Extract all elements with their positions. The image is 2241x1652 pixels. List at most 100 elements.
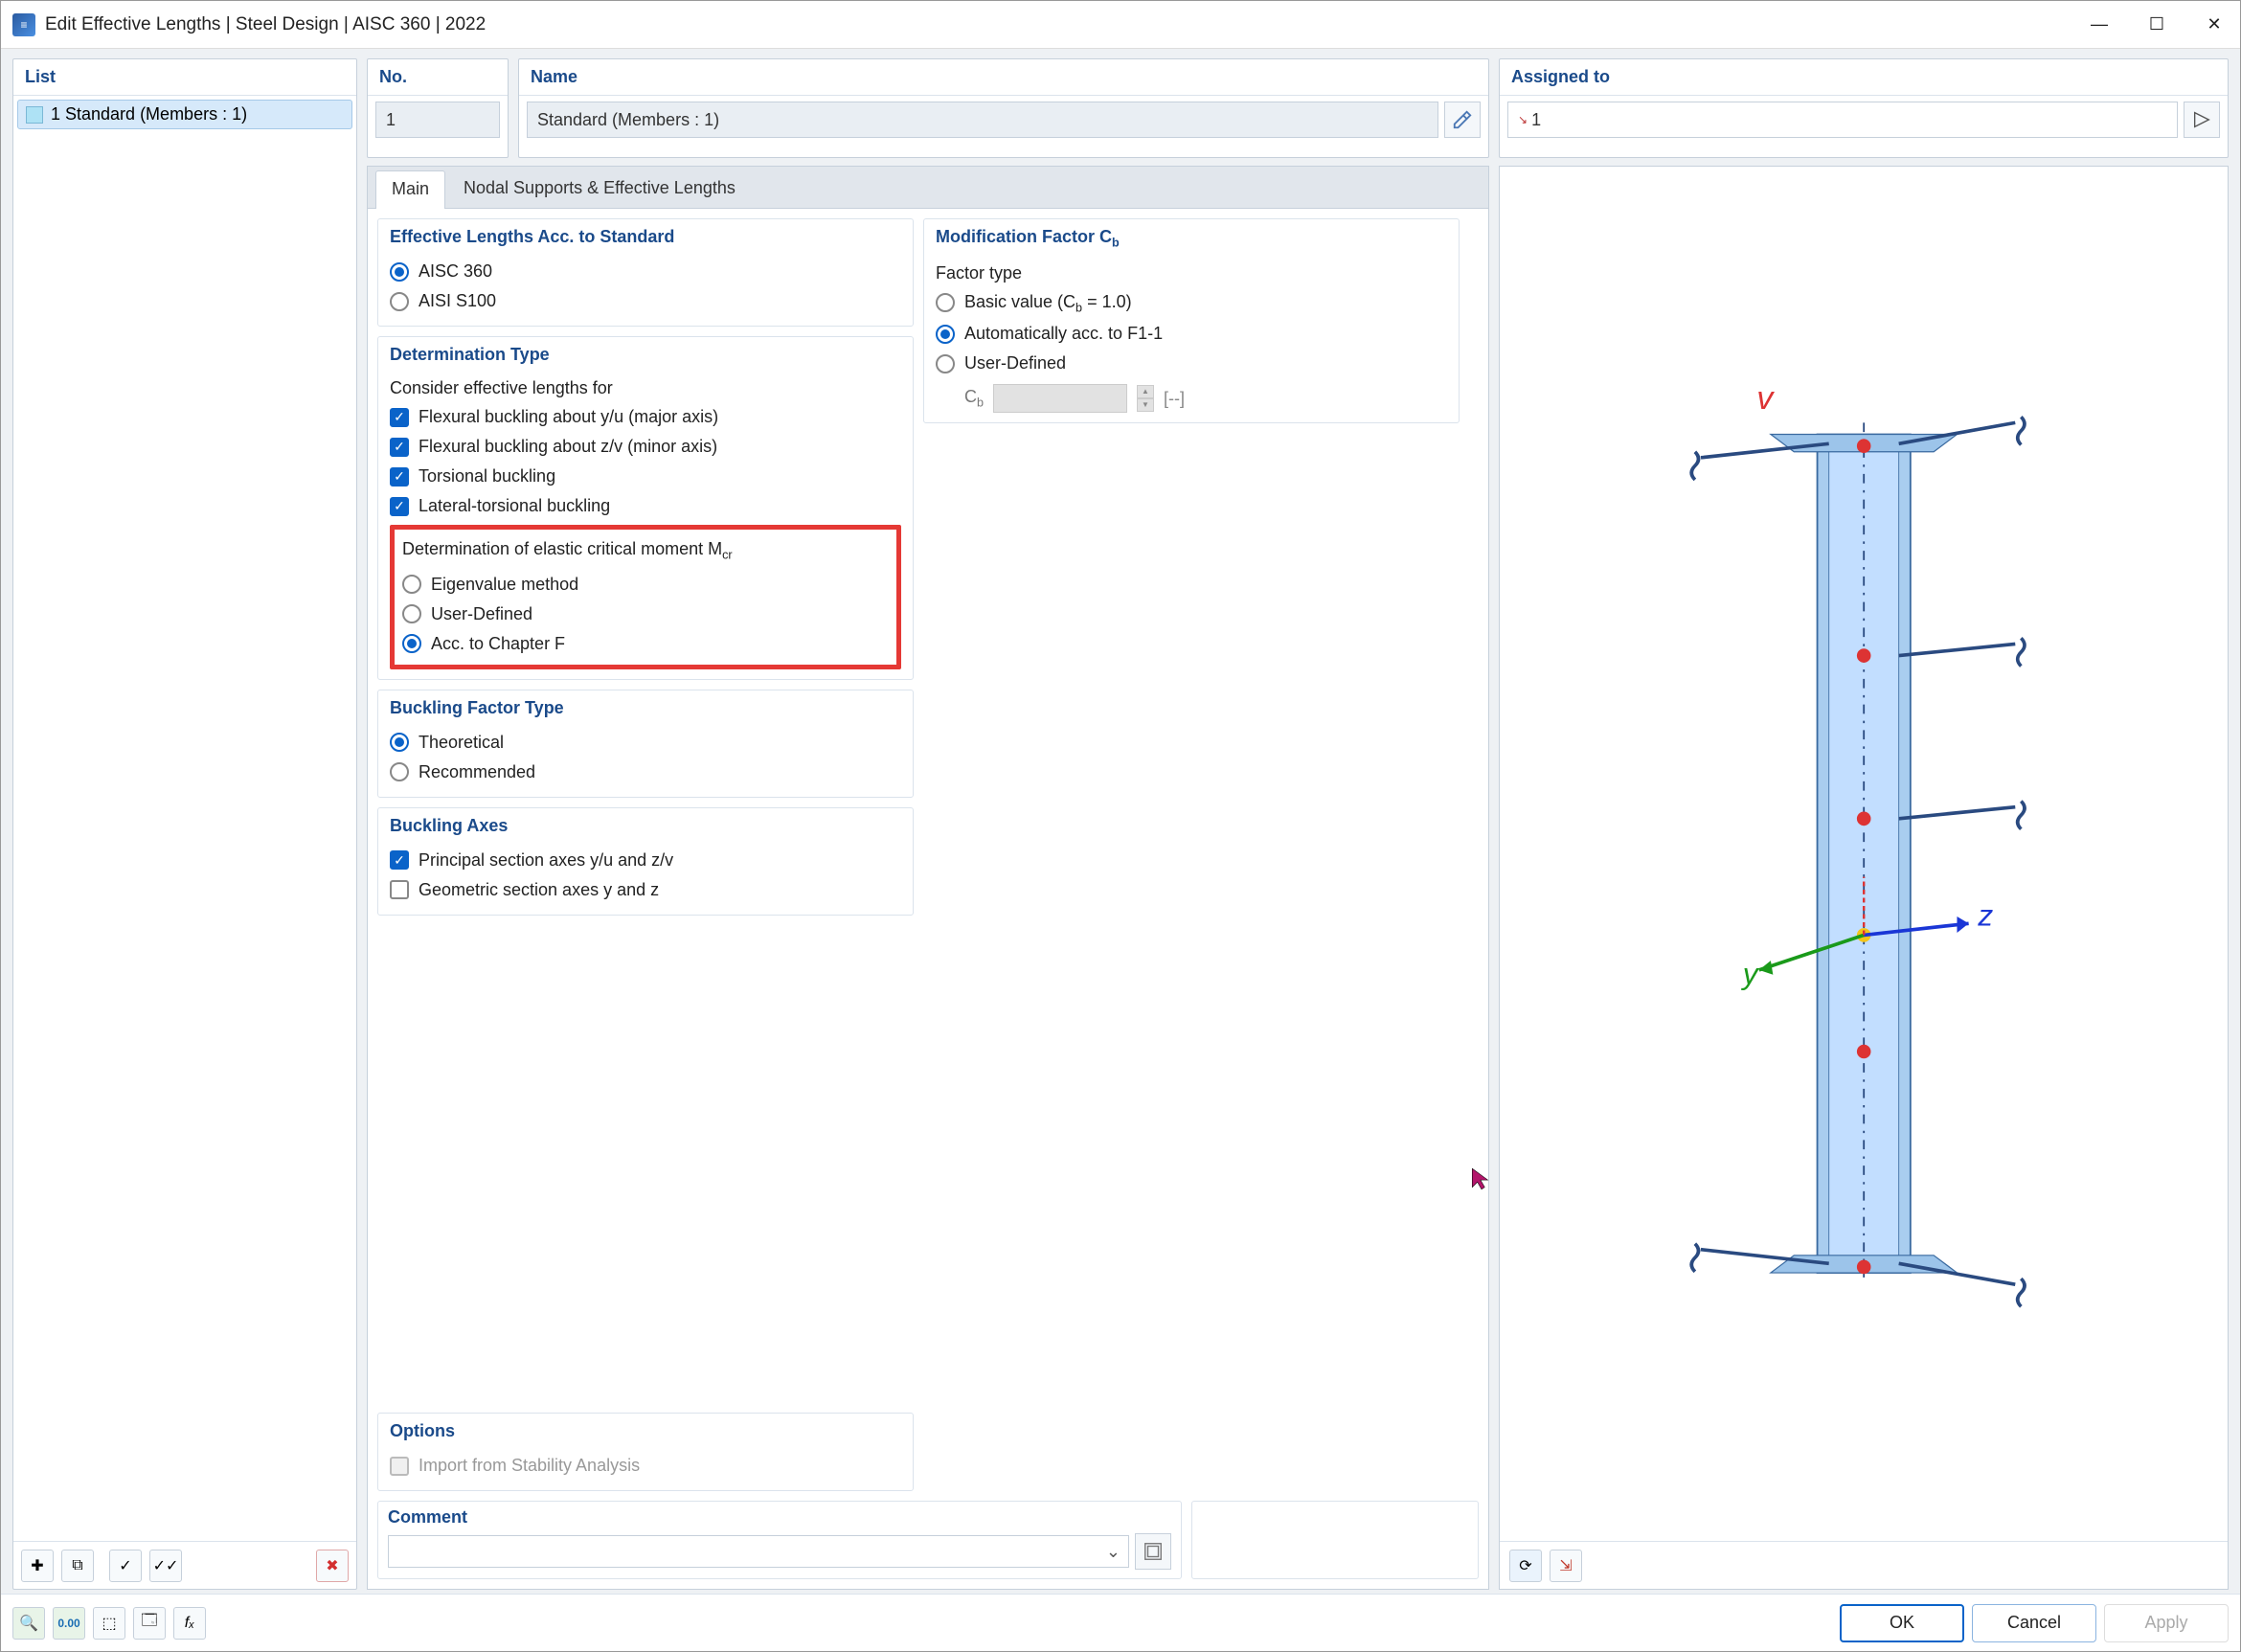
list-item-label: 1 Standard (Members : 1)	[51, 104, 247, 124]
radio-cb-userdef[interactable]: User-Defined	[936, 349, 1447, 378]
check-geometric-axes[interactable]: Geometric section axes y and z	[390, 875, 901, 905]
check-flex-zv[interactable]: Flexural buckling about z/v (minor axis)	[390, 432, 901, 462]
consider-label: Consider effective lengths for	[390, 374, 901, 402]
preview-viewport[interactable]: v y z	[1500, 167, 2228, 1541]
radio-cb-auto[interactable]: Automatically acc. to F1-1	[936, 319, 1447, 349]
titlebar: ≡ Edit Effective Lengths | Steel Design …	[1, 1, 2240, 49]
name-header: Name	[519, 59, 1488, 96]
units-button[interactable]: 0.00	[53, 1607, 85, 1640]
tabs-pane: Main Nodal Supports & Effective Lengths …	[367, 166, 1489, 1590]
list-item-icon	[26, 106, 43, 124]
check-icon	[390, 850, 409, 870]
tool-3-button[interactable]: ⬚	[93, 1607, 125, 1640]
radio-icon	[402, 575, 421, 594]
check-ltb[interactable]: Lateral-torsional buckling	[390, 491, 901, 521]
comment-header: Comment	[388, 1507, 1171, 1528]
name-field[interactable]: Standard (Members : 1)	[527, 102, 1438, 138]
preview-tool-1[interactable]: ⟳	[1509, 1550, 1542, 1582]
edit-name-button[interactable]	[1444, 102, 1481, 138]
list-header: List	[13, 59, 356, 96]
radio-aisc360[interactable]: AISC 360	[390, 257, 901, 286]
cancel-button[interactable]: Cancel	[1972, 1604, 2096, 1642]
preview-tool-2[interactable]: ⇲	[1550, 1550, 1582, 1582]
radio-userdef-mcr[interactable]: User-Defined	[402, 600, 889, 629]
comment-edit-button[interactable]	[1135, 1533, 1171, 1570]
apply-button: Apply	[2104, 1604, 2229, 1642]
preview-pane: v y z ⟳ ⇲	[1499, 166, 2229, 1590]
radio-icon	[390, 262, 409, 282]
assigned-pane: Assigned to ↘ 1	[1499, 58, 2229, 158]
factor-type-label: Factor type	[936, 260, 1447, 287]
group-eff-std-header: Effective Lengths Acc. to Standard	[378, 219, 913, 253]
new-item-button[interactable]: ✚	[21, 1550, 54, 1582]
pick-assigned-button[interactable]	[2184, 102, 2220, 138]
duplicate-button[interactable]: ⧉	[61, 1550, 94, 1582]
radio-cb-basic[interactable]: Basic value (Cb = 1.0)	[936, 287, 1447, 320]
radio-theoretical[interactable]: Theoretical	[390, 728, 901, 758]
group-bf-type-header: Buckling Factor Type	[378, 690, 913, 724]
minimize-button[interactable]: —	[2085, 11, 2114, 39]
group-axes: Buckling Axes Principal section axes y/u…	[377, 807, 914, 916]
group-mod-cb-header: Modification Factor Cb	[924, 219, 1459, 256]
list-toolbar: ✚ ⧉ ✓ ✓✓ ✖	[13, 1541, 356, 1589]
window-title: Edit Effective Lengths | Steel Design | …	[45, 14, 2085, 35]
radio-icon	[390, 292, 409, 311]
help-button[interactable]: 🔍	[12, 1607, 45, 1640]
radio-aisis100[interactable]: AISI S100	[390, 286, 901, 316]
preview-toolbar: ⟳ ⇲	[1500, 1541, 2228, 1589]
check-icon	[390, 1457, 409, 1476]
axis-y-label: y	[1741, 957, 1760, 991]
no-field[interactable]: 1	[375, 102, 500, 138]
maximize-button[interactable]: ☐	[2142, 11, 2171, 39]
group-eff-std: Effective Lengths Acc. to Standard AISC …	[377, 218, 914, 327]
check-button[interactable]: ✓	[109, 1550, 142, 1582]
check-flex-yu[interactable]: Flexural buckling about y/u (major axis)	[390, 402, 901, 432]
cb-unit: [--]	[1164, 389, 1185, 409]
axis-v-label: v	[1756, 380, 1775, 417]
bottom-toolbar: 🔍 0.00 ⬚ 🗔 fₓ OK Cancel Apply	[1, 1594, 2240, 1651]
function-button[interactable]: fₓ	[173, 1607, 206, 1640]
group-mod-cb: Modification Factor Cb Factor type Basic…	[923, 218, 1460, 423]
radio-chapf[interactable]: Acc. to Chapter F	[402, 629, 889, 659]
comment-select[interactable]	[388, 1535, 1129, 1568]
radio-eigen[interactable]: Eigenvalue method	[402, 570, 889, 600]
check-icon	[390, 497, 409, 516]
radio-recommended[interactable]: Recommended	[390, 758, 901, 787]
radio-icon	[390, 733, 409, 752]
cb-input-row: Cb ▲▼ [--]	[936, 378, 1447, 413]
tab-nodal[interactable]: Nodal Supports & Effective Lengths	[447, 170, 752, 208]
cb-input	[993, 384, 1127, 413]
check-torsional[interactable]: Torsional buckling	[390, 462, 901, 491]
mcr-highlight-box: Determination of elastic critical moment…	[390, 525, 901, 669]
app-icon: ≡	[12, 13, 35, 36]
member-preview: v y z	[1631, 331, 2096, 1376]
close-button[interactable]: ✕	[2200, 11, 2229, 39]
radio-icon	[402, 604, 421, 623]
radio-icon	[936, 354, 955, 373]
list-pane: List 1 Standard (Members : 1) ✚ ⧉ ✓ ✓✓ ✖	[12, 58, 357, 1590]
assigned-field[interactable]: ↘ 1	[1507, 102, 2178, 138]
group-options: Options Import from Stability Analysis	[377, 1413, 914, 1491]
group-axes-header: Buckling Axes	[378, 808, 913, 842]
tab-strip: Main Nodal Supports & Effective Lengths	[368, 167, 1488, 209]
radio-icon	[390, 762, 409, 781]
group-bf-type: Buckling Factor Type Theoretical Recomme…	[377, 690, 914, 798]
check-icon	[390, 880, 409, 899]
delete-button[interactable]: ✖	[316, 1550, 349, 1582]
check-import-stability: Import from Stability Analysis	[390, 1451, 901, 1481]
check-icon	[390, 408, 409, 427]
check-icon	[390, 467, 409, 487]
check-principal-axes[interactable]: Principal section axes y/u and z/v	[390, 846, 901, 875]
comment-group: Comment	[377, 1501, 1182, 1579]
list-item[interactable]: 1 Standard (Members : 1)	[17, 100, 352, 129]
radio-icon	[936, 293, 955, 312]
ok-button[interactable]: OK	[1840, 1604, 1964, 1642]
tab-main[interactable]: Main	[375, 170, 445, 209]
group-options-header: Options	[378, 1414, 913, 1447]
mcr-label: Determination of elastic critical moment…	[402, 535, 889, 566]
cb-spinner: ▲▼	[1137, 385, 1154, 412]
group-det-type: Determination Type Consider effective le…	[377, 336, 914, 680]
tool-4-button[interactable]: 🗔	[133, 1607, 166, 1640]
check-icon	[390, 438, 409, 457]
double-check-button[interactable]: ✓✓	[149, 1550, 182, 1582]
